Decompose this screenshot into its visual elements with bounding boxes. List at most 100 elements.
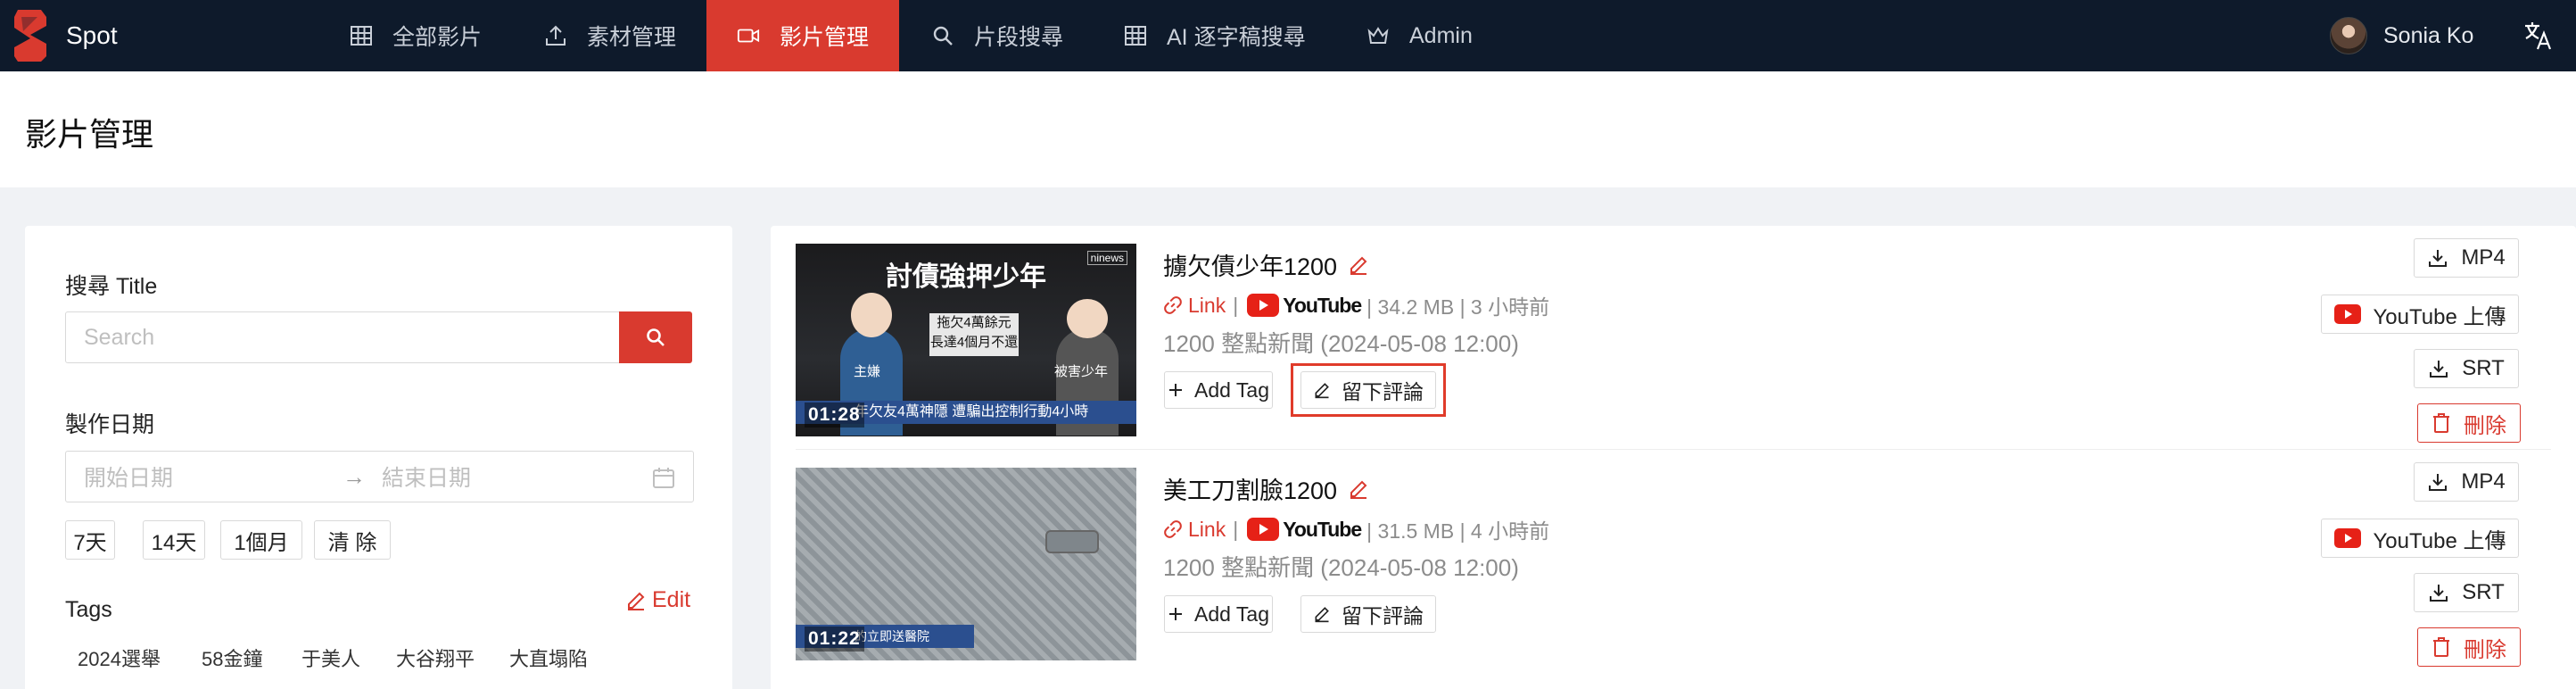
user-name: Sonia Ko bbox=[2383, 22, 2474, 48]
thumbnail-info-box: 拖欠4萬餘元 長達4個月不還 bbox=[929, 313, 1019, 356]
youtube-upload-button[interactable]: YouTube 上傳 bbox=[2321, 519, 2519, 558]
video-thumbnail[interactable]: 的立即送醫院 01:22 bbox=[796, 468, 1136, 660]
avatar bbox=[2330, 17, 2367, 54]
tag-item[interactable]: 58金鐘 bbox=[202, 643, 262, 672]
page-title: 影片管理 bbox=[25, 116, 154, 153]
nav-item-video-management[interactable]: 影片管理 bbox=[706, 0, 899, 71]
separator: | bbox=[1233, 293, 1239, 317]
range-14-days[interactable]: 14天 bbox=[143, 520, 205, 560]
brand-name: Spot bbox=[66, 21, 118, 49]
video-title-text: 美工刀割臉1200 bbox=[1163, 477, 1338, 504]
download-srt-button[interactable]: SRT bbox=[2414, 349, 2519, 388]
delete-button[interactable]: 刪除 bbox=[2417, 627, 2521, 667]
nav-item-admin[interactable]: Admin bbox=[1366, 0, 1473, 71]
video-list: 討債強押少年 ninews 拖欠4萬餘元 長達4個月不還 主嫌 被害少年 年欠友… bbox=[771, 226, 2576, 689]
video-size-time: | 31.5 MB | 4 小時前 bbox=[1366, 519, 1550, 543]
nav-item-label: 素材管理 bbox=[587, 25, 677, 50]
video-title: 擄欠債少年1200 bbox=[1163, 247, 1369, 282]
pencil-icon bbox=[628, 592, 645, 610]
youtube-logo[interactable]: YouTube bbox=[1247, 294, 1362, 318]
download-icon bbox=[2427, 471, 2448, 493]
pencil-icon bbox=[1313, 605, 1331, 623]
youtube-icon bbox=[2333, 528, 2361, 548]
video-meta: Link | YouTube | 31.5 MB | 4 小時前 bbox=[1163, 514, 1549, 544]
filter-sidebar: 搜尋 Title Search 製作日期 開始日期 → 結束日期 7天 14天 … bbox=[25, 226, 732, 689]
nav-item-label: Admin bbox=[1409, 22, 1473, 48]
nav-item-label: AI 逐字稿搜尋 bbox=[1167, 25, 1306, 50]
tag-item[interactable]: 2024選舉 bbox=[78, 643, 161, 672]
video-link[interactable]: Link bbox=[1163, 518, 1226, 542]
video-list-item: 討債強押少年 ninews 拖欠4萬餘元 長達4個月不還 主嫌 被害少年 年欠友… bbox=[771, 226, 2576, 451]
shirt-pocket bbox=[1045, 530, 1099, 553]
delete-button[interactable]: 刪除 bbox=[2417, 403, 2521, 443]
date-start-input[interactable]: 開始日期 bbox=[84, 461, 343, 493]
top-nav: Spot 全部影片 素材管理 影片管理 片段搜尋 AI 逐字稿搜尋 Admin … bbox=[0, 0, 2576, 71]
figure-head-right bbox=[1067, 299, 1108, 338]
add-tag-button[interactable]: Add Tag bbox=[1164, 595, 1273, 633]
upload-icon bbox=[544, 24, 567, 47]
thumbnail-label-left: 主嫌 bbox=[854, 364, 881, 379]
date-end-input[interactable]: 結束日期 bbox=[382, 461, 632, 493]
video-subtitle: 1200 整點新聞 (2024-05-08 12:00) bbox=[1163, 554, 1519, 581]
comment-highlight-box bbox=[1291, 363, 1446, 417]
search-button[interactable] bbox=[619, 311, 692, 363]
crown-icon bbox=[1366, 24, 1390, 47]
range-7-days[interactable]: 7天 bbox=[65, 520, 115, 560]
edit-title-icon[interactable] bbox=[1348, 254, 1369, 276]
user-menu[interactable]: Sonia Ko bbox=[2330, 14, 2473, 57]
thumbnail-label-right: 被害少年 bbox=[1054, 364, 1109, 379]
link-icon bbox=[1164, 520, 1182, 538]
download-srt-button[interactable]: SRT bbox=[2414, 573, 2519, 612]
search-input[interactable]: Search bbox=[65, 311, 647, 363]
youtube-logo[interactable]: YouTube bbox=[1247, 518, 1362, 542]
tag-item[interactable]: 于美人 bbox=[301, 643, 360, 672]
comment-button[interactable]: 留下評論 bbox=[1300, 595, 1436, 633]
clear-range-button[interactable]: 清 除 bbox=[314, 520, 391, 560]
youtube-upload-button[interactable]: YouTube 上傳 bbox=[2321, 295, 2519, 334]
arrow-right-icon: → bbox=[343, 462, 366, 490]
range-1-month[interactable]: 1個月 bbox=[220, 520, 302, 560]
thumbnail-heading: 討債強押少年 bbox=[886, 262, 1046, 292]
grid-icon bbox=[350, 24, 373, 47]
translate-icon[interactable] bbox=[2522, 20, 2555, 52]
edit-label: Edit bbox=[652, 587, 691, 612]
nav-item-clip-search[interactable]: 片段搜尋 bbox=[931, 0, 1063, 71]
video-list-item: 的立即送醫院 01:22 美工刀割臉1200 Link | YouTube | … bbox=[771, 450, 2576, 675]
link-icon bbox=[1164, 296, 1182, 314]
trash-icon bbox=[2432, 412, 2451, 434]
add-tag-button[interactable]: Add Tag bbox=[1164, 371, 1273, 409]
download-icon bbox=[2428, 582, 2449, 603]
nav-item-label: 片段搜尋 bbox=[974, 25, 1064, 50]
tag-item[interactable]: 大谷翔平 bbox=[396, 643, 475, 672]
figure-head-left bbox=[851, 293, 892, 337]
calendar-icon bbox=[653, 468, 674, 488]
video-title: 美工刀割臉1200 bbox=[1163, 471, 1369, 506]
separator: | bbox=[1233, 517, 1239, 541]
nav-item-label: 影片管理 bbox=[780, 25, 870, 50]
download-icon bbox=[2428, 358, 2449, 379]
video-meta: Link | YouTube | 34.2 MB | 3 小時前 bbox=[1163, 290, 1549, 320]
page-header: 影片管理 bbox=[0, 71, 2576, 187]
brand[interactable]: Spot bbox=[0, 0, 118, 71]
nav-item-assets[interactable]: 素材管理 bbox=[544, 0, 676, 71]
youtube-icon bbox=[1247, 518, 1280, 541]
download-mp4-button[interactable]: MP4 bbox=[2414, 238, 2519, 278]
search-label: 搜尋 Title bbox=[65, 274, 158, 299]
spot-logo-icon bbox=[14, 10, 46, 62]
download-mp4-button[interactable]: MP4 bbox=[2414, 462, 2519, 502]
video-link[interactable]: Link bbox=[1163, 294, 1226, 318]
video-thumbnail[interactable]: 討債強押少年 ninews 拖欠4萬餘元 長達4個月不還 主嫌 被害少年 年欠友… bbox=[796, 244, 1136, 436]
nav-item-ai-transcript-search[interactable]: AI 逐字稿搜尋 bbox=[1124, 0, 1306, 71]
edit-title-icon[interactable] bbox=[1348, 478, 1369, 500]
search-placeholder: Search bbox=[84, 324, 155, 350]
youtube-icon bbox=[2333, 304, 2361, 324]
tag-item[interactable]: 大直塌陷 bbox=[509, 643, 588, 672]
video-title-text: 擄欠債少年1200 bbox=[1163, 253, 1338, 280]
date-range-picker[interactable]: 開始日期 → 結束日期 bbox=[65, 451, 694, 502]
search-icon bbox=[647, 328, 665, 346]
nav-item-all-videos[interactable]: 全部影片 bbox=[350, 0, 482, 71]
video-icon bbox=[737, 24, 760, 47]
date-label: 製作日期 bbox=[65, 412, 155, 437]
edit-tags-link[interactable]: Edit bbox=[625, 587, 690, 613]
channel-badge: ninews bbox=[1086, 251, 1127, 265]
